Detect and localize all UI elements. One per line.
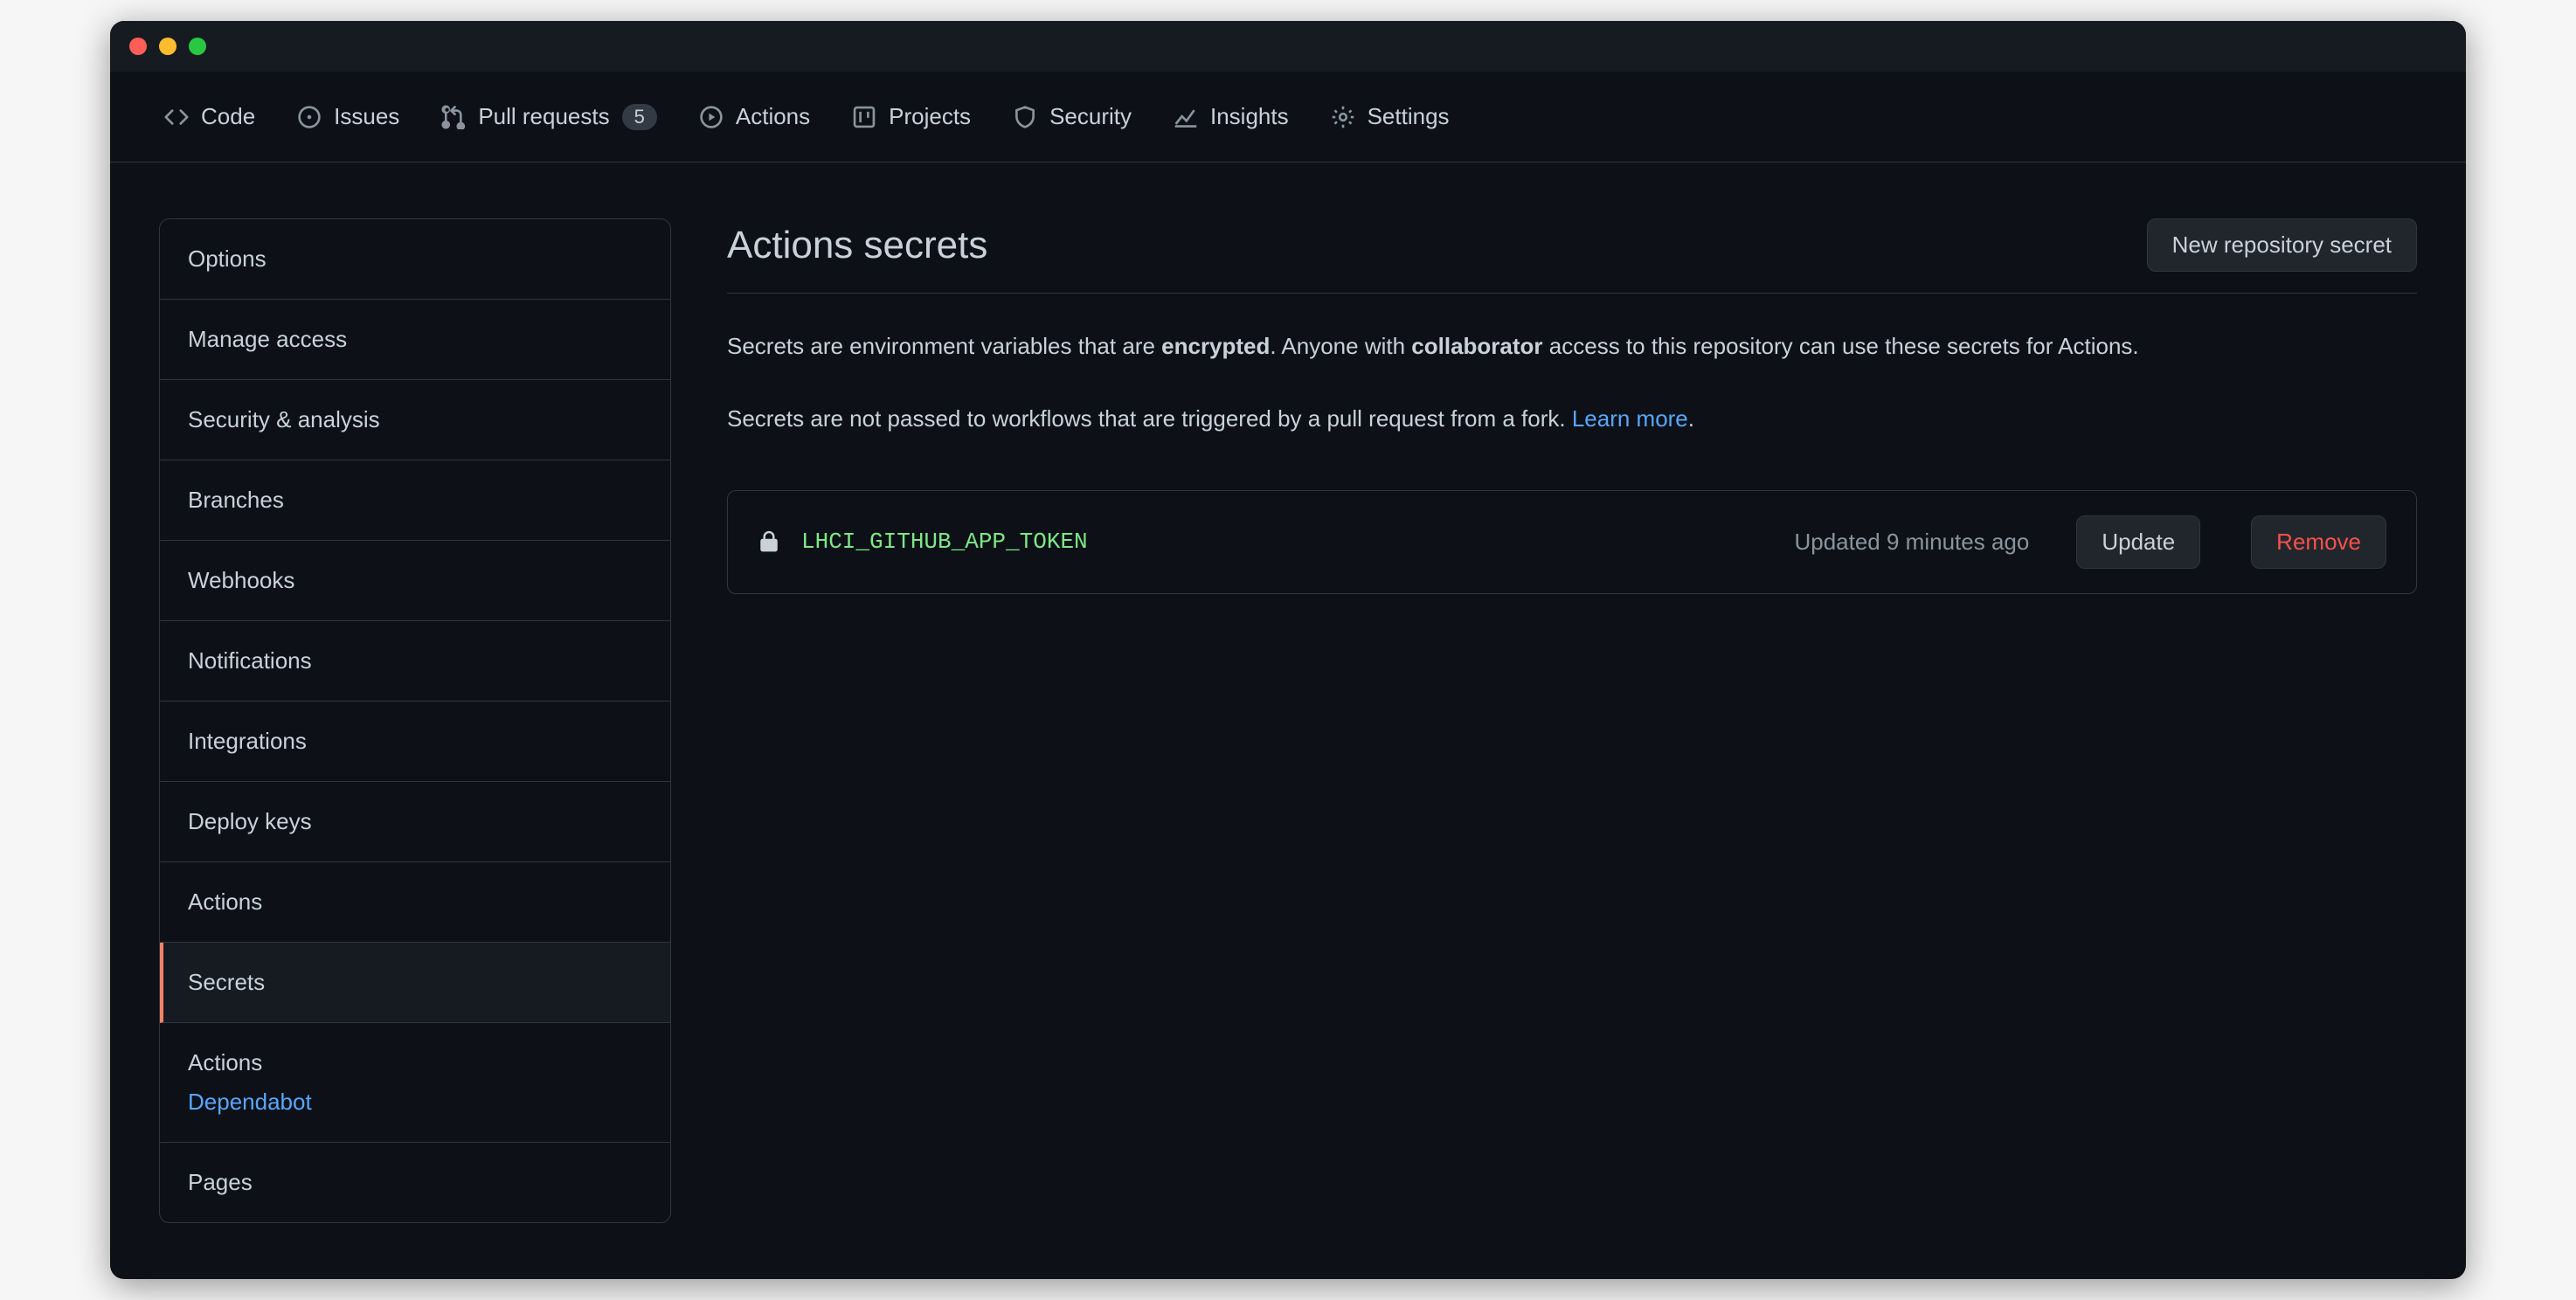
play-icon xyxy=(699,105,724,129)
code-icon xyxy=(164,105,189,129)
secret-row: LHCI_GITHUB_APP_TOKEN Updated 9 minutes … xyxy=(727,490,2417,594)
sidebar-item-webhooks[interactable]: Webhooks xyxy=(160,541,670,621)
sidebar-secrets-subsection: Actions Dependabot xyxy=(160,1023,670,1143)
new-repository-secret-button[interactable]: New repository secret xyxy=(2147,218,2417,272)
tab-label: Settings xyxy=(1368,103,1450,130)
sidebar-sub-dependabot[interactable]: Dependabot xyxy=(188,1089,642,1133)
tab-insights[interactable]: Insights xyxy=(1156,91,1306,142)
app-window: Code Issues Pull requests 5 Actions Proj… xyxy=(110,21,2466,1279)
page-title: Actions secrets xyxy=(727,224,987,267)
tab-actions[interactable]: Actions xyxy=(682,91,828,142)
sidebar-item-deploy-keys[interactable]: Deploy keys xyxy=(160,782,670,862)
main-content: Actions secrets New repository secret Se… xyxy=(727,218,2417,1223)
tab-label: Code xyxy=(201,103,255,130)
secret-name: LHCI_GITHUB_APP_TOKEN xyxy=(801,529,1088,555)
tab-projects[interactable]: Projects xyxy=(834,91,988,142)
sidebar-item-secrets[interactable]: Secrets xyxy=(160,943,670,1023)
graph-icon xyxy=(1174,105,1198,129)
secrets-description: Secrets are environment variables that a… xyxy=(727,328,2417,438)
git-pr-icon xyxy=(441,105,466,129)
shield-icon xyxy=(1013,105,1037,129)
sidebar-item-security-analysis[interactable]: Security & analysis xyxy=(160,380,670,460)
tab-label: Projects xyxy=(889,103,971,130)
tab-pull-requests[interactable]: Pull requests 5 xyxy=(424,91,675,142)
tab-label: Pull requests xyxy=(478,103,609,130)
secret-updated-time: Updated 9 minutes ago xyxy=(1794,529,2029,556)
repo-tabs: Code Issues Pull requests 5 Actions Proj… xyxy=(110,72,2466,162)
issue-icon xyxy=(297,105,322,129)
sidebar-item-manage-access[interactable]: Manage access xyxy=(160,300,670,380)
sidebar-item-integrations[interactable]: Integrations xyxy=(160,702,670,782)
lock-icon xyxy=(758,529,780,555)
tab-code[interactable]: Code xyxy=(147,91,273,142)
main-header: Actions secrets New repository secret xyxy=(727,218,2417,294)
gear-icon xyxy=(1331,105,1355,129)
project-icon xyxy=(852,105,876,129)
learn-more-link[interactable]: Learn more xyxy=(1572,405,1688,432)
tab-label: Security xyxy=(1049,103,1132,130)
update-secret-button[interactable]: Update xyxy=(2076,515,2200,569)
titlebar xyxy=(110,21,2466,72)
tab-label: Actions xyxy=(736,103,810,130)
remove-secret-button[interactable]: Remove xyxy=(2251,515,2386,569)
tab-settings[interactable]: Settings xyxy=(1313,91,1467,142)
sidebar-item-options[interactable]: Options xyxy=(160,219,670,300)
sidebar-item-notifications[interactable]: Notifications xyxy=(160,621,670,702)
maximize-window-button[interactable] xyxy=(189,38,206,55)
minimize-window-button[interactable] xyxy=(159,38,177,55)
sidebar-item-pages[interactable]: Pages xyxy=(160,1143,670,1222)
tab-label: Insights xyxy=(1210,103,1289,130)
tab-label: Issues xyxy=(334,103,399,130)
tab-issues[interactable]: Issues xyxy=(280,91,417,142)
close-window-button[interactable] xyxy=(129,38,147,55)
settings-sidebar: Options Manage access Security & analysi… xyxy=(159,218,671,1223)
tab-security[interactable]: Security xyxy=(995,91,1149,142)
pull-requests-count: 5 xyxy=(622,104,657,130)
sidebar-sub-actions[interactable]: Actions xyxy=(188,1049,642,1076)
sidebar-item-branches[interactable]: Branches xyxy=(160,460,670,541)
sidebar-item-actions[interactable]: Actions xyxy=(160,862,670,943)
